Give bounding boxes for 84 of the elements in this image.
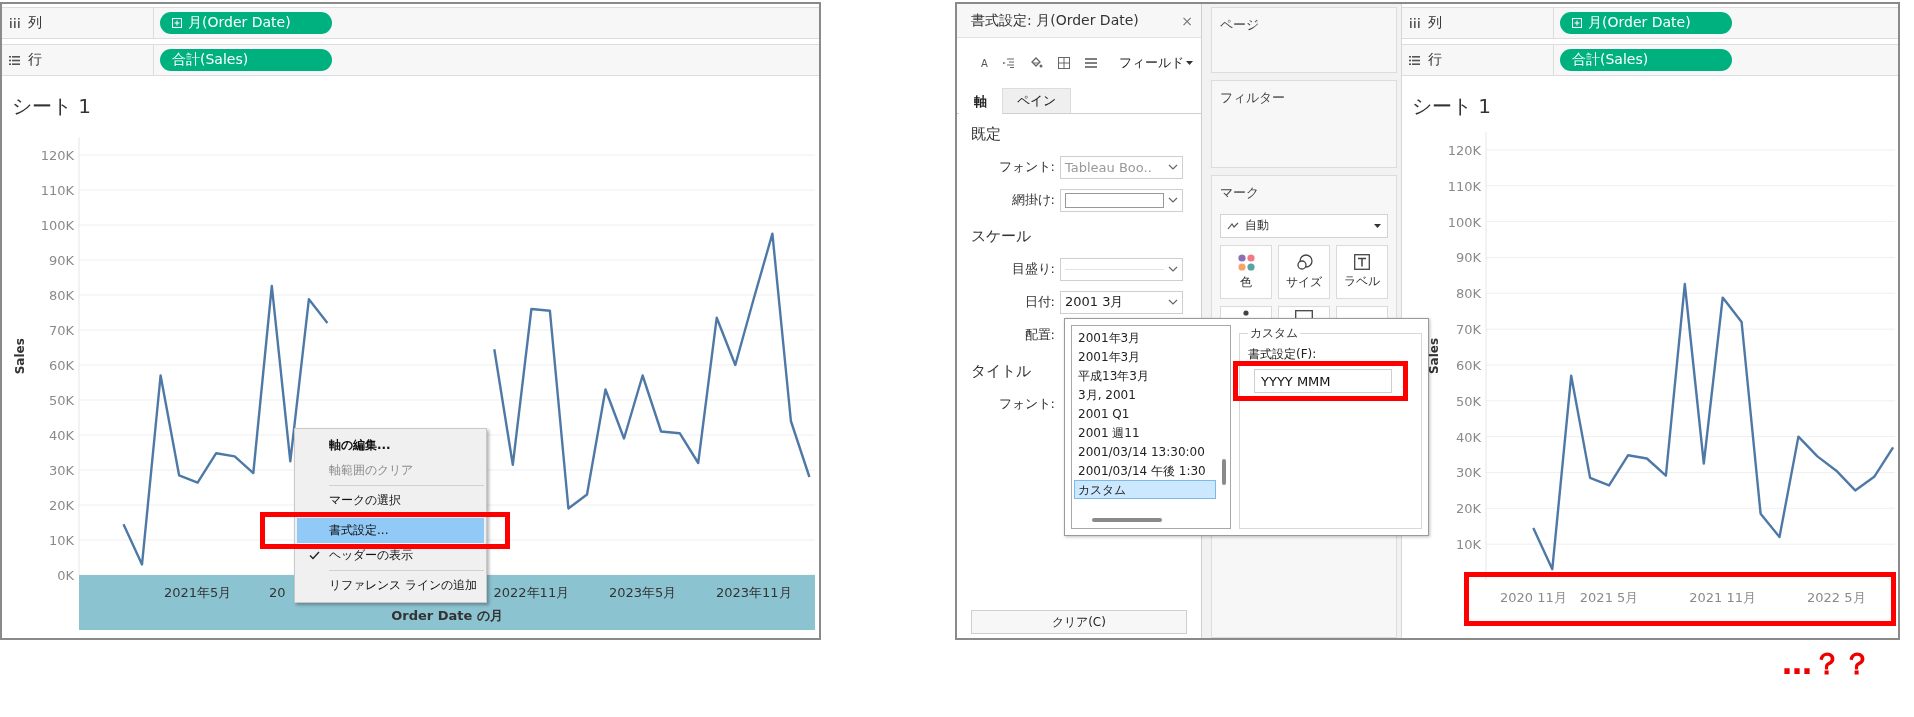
list-item[interactable]: カスタム: [1074, 480, 1216, 499]
list-item[interactable]: 2001年3月: [1074, 347, 1216, 366]
axis-label: 10K: [48, 533, 74, 548]
axis-label: 2021 5月: [1579, 590, 1639, 605]
field-menu[interactable]: フィールド: [1119, 54, 1193, 72]
axis-title: Order Date の月: [391, 608, 503, 623]
axis-label: 110K: [40, 183, 74, 198]
group-title: カスタム: [1249, 325, 1299, 342]
list-item[interactable]: 2001 Q1: [1074, 404, 1216, 423]
axis-label: 80K: [48, 288, 74, 303]
list-item[interactable]: 平成13年3月: [1074, 366, 1216, 385]
section-heading: スケール: [971, 226, 1031, 247]
axis-label: 100K: [1447, 214, 1481, 230]
close-button[interactable]: ×: [1179, 12, 1195, 29]
format-field[interactable]: YYYY MMM: [1254, 369, 1392, 393]
tab[interactable]: ペイン: [1002, 88, 1071, 113]
axis-label: 50K: [1455, 393, 1481, 409]
shelf-label: 行: [28, 51, 42, 69]
clear-button[interactable]: クリア(C): [971, 610, 1187, 634]
field-label: フォント:: [997, 395, 1056, 413]
card-title: フィルター: [1220, 89, 1285, 108]
shelf-label: 列: [28, 14, 42, 32]
axis-label: 110K: [1447, 178, 1481, 194]
menu-item[interactable]: 書式設定...: [297, 518, 484, 543]
card-title: ページ: [1220, 16, 1259, 34]
axis-label: 80K: [1455, 286, 1481, 302]
axis-label: 2020 11月: [1499, 590, 1567, 605]
sheet-title: シート 1: [1411, 93, 1493, 120]
axis-label: 70K: [48, 323, 74, 338]
list-item[interactable]: 3月, 2001: [1074, 385, 1216, 404]
axis-label: 2022 5月: [1807, 590, 1866, 605]
date-dropdown[interactable]: 2001 3月: [1060, 290, 1183, 314]
axis-label: 90K: [1455, 250, 1481, 266]
sheet-title: シート 1: [11, 93, 93, 120]
field-label: 書式設定(F):: [1248, 346, 1317, 363]
axis-label: 90K: [48, 253, 74, 268]
axis-label: 120K: [1447, 142, 1481, 158]
menu-item[interactable]: マークの選択: [297, 488, 484, 513]
menu-item[interactable]: 軸の編集...: [297, 433, 484, 458]
menu-item[interactable]: ヘッダーの表示: [297, 543, 484, 568]
axis-label: 60K: [1455, 357, 1481, 373]
axis-label: 0K: [57, 568, 74, 583]
axis-label: 70K: [1455, 322, 1481, 338]
field-label: 配置:: [1023, 326, 1056, 344]
mark-button[interactable]: サイズ: [1278, 244, 1330, 299]
mark-button[interactable]: 色: [1220, 244, 1272, 299]
axis-label: 40K: [48, 428, 74, 443]
card-title: マーク: [1220, 183, 1259, 202]
annotation-text: …？？: [1782, 645, 1872, 683]
axis-label: 120K: [40, 148, 74, 163]
field-label: フォント:: [997, 158, 1056, 176]
axis-label: 10K: [1455, 537, 1481, 553]
section-heading: 既定: [971, 124, 1001, 145]
pane-title: 書式設定: 月(Order Date): [971, 11, 1139, 30]
field-label: 網掛け:: [1010, 191, 1056, 209]
axis-label: 20K: [48, 498, 74, 513]
axis-title: Sales: [1427, 337, 1441, 375]
axis-label: 2021 11月: [1689, 590, 1757, 605]
shelf-label: 行: [1428, 51, 1442, 69]
field-label: 目盛り:: [1010, 260, 1056, 278]
axis-label: 30K: [48, 463, 74, 478]
list-item[interactable]: 2001 週11: [1074, 423, 1216, 442]
mark-button[interactable]: ラベル: [1336, 244, 1388, 299]
axis-label: 2023年5月: [608, 585, 677, 600]
axis-label: 40K: [1455, 429, 1481, 445]
axis-label: 2023年11月: [716, 585, 792, 600]
list-item[interactable]: 2001年3月: [1074, 328, 1216, 347]
section-heading: タイトル: [971, 361, 1031, 382]
axis-title: Sales: [13, 338, 27, 375]
shelf-label: 列: [1428, 14, 1442, 32]
axis-label: 2021年5月: [163, 585, 232, 600]
axis-label: 50K: [48, 393, 74, 408]
axis-label: 20: [268, 585, 286, 600]
axis-label: 30K: [1455, 465, 1481, 481]
menu-item[interactable]: リファレンス ラインの追加: [297, 573, 484, 598]
axis-label: 2022年11月: [493, 585, 570, 600]
list-item[interactable]: 2001/03/14 13:30:00: [1074, 442, 1216, 461]
axis-label: 20K: [1455, 501, 1481, 517]
mark-type-dropdown[interactable]: 自動: [1220, 213, 1388, 238]
font-button[interactable]: A: [979, 55, 990, 71]
field-label: 日付:: [1023, 293, 1056, 311]
axis-label: 60K: [48, 358, 74, 373]
axis-label: 100K: [40, 218, 74, 233]
list-item[interactable]: 2001/03/14 午後 1:30: [1074, 461, 1216, 480]
